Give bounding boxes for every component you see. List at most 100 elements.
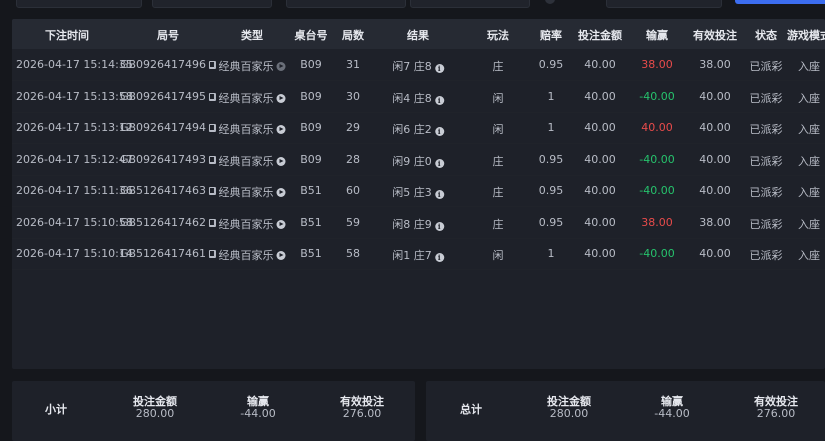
play-replay-icon[interactable] — [276, 156, 286, 166]
cell-text: 闲9 庄0 — [392, 154, 432, 168]
cell-text: 闲5 庄3 — [392, 186, 432, 199]
cell-text: 40.00 — [584, 89, 616, 103]
filter-field-4[interactable] — [410, 0, 530, 8]
play-replay-icon[interactable] — [276, 62, 286, 71]
info-icon[interactable]: i — [434, 95, 444, 105]
cell-win-loss: -40.00 — [639, 184, 674, 197]
subtotal-panel: 小计 投注金额 280.00 输赢 -44.00 有效投注 276.00 — [12, 381, 415, 441]
cell-round-count: 31 — [346, 58, 360, 71]
subtotal-bet-value: 280.00 — [135, 407, 175, 420]
copy-icon[interactable] — [209, 61, 217, 69]
play-replay-icon[interactable] — [276, 251, 286, 260]
cell-status: 已派彩 — [750, 121, 783, 137]
info-icon[interactable]: i — [434, 253, 444, 262]
table-row[interactable]: 2026-04-17 15:10:14 GB5126417461 经典百家乐 B51 5… — [12, 238, 825, 270]
cell-status: 已派彩 — [750, 153, 783, 169]
copy-icon[interactable] — [209, 187, 217, 195]
play-replay-icon[interactable] — [276, 93, 286, 103]
cell-text: 40.00 — [699, 121, 731, 134]
cell-bet-time: 2026-04-17 15:11:36 — [16, 184, 133, 197]
cell-text: 经典百家乐 — [218, 249, 274, 262]
column-header-valid-bet: 有效投注 — [693, 29, 737, 42]
cell-text: -40.00 — [639, 152, 675, 166]
column-header-bet-time: 下注时间 — [45, 29, 89, 42]
play-replay-icon[interactable] — [276, 125, 286, 134]
cell-text: 40.00 — [584, 152, 616, 166]
filter-field-1[interactable] — [16, 0, 142, 8]
play-replay-icon[interactable] — [276, 188, 286, 197]
cell-game-type: 经典百家乐 — [219, 247, 286, 263]
column-header-round-id: 局号 — [157, 29, 179, 42]
cell-text: GB5126417463 — [119, 184, 207, 197]
cell-game-mode: 入座 — [798, 184, 820, 200]
cell-text: 经典百家乐 — [218, 186, 274, 199]
table-row[interactable]: 2026-04-17 15:11:36 GB5126417463 经典百家乐 B51 6… — [12, 175, 825, 207]
cell-text: 闲4 庄8 — [392, 91, 432, 105]
cell-text: 已派彩 — [749, 154, 783, 168]
cell-text: 40.00 — [699, 247, 731, 260]
cell-round-count: 59 — [346, 216, 360, 229]
cell-text: GB0926417494 — [119, 121, 207, 134]
cell-bet-amount: 40.00 — [584, 121, 616, 134]
copy-icon[interactable] — [209, 124, 217, 132]
clear-filter-icon[interactable] — [545, 0, 555, 4]
cell-game-type: 经典百家乐 — [219, 121, 286, 137]
search-button[interactable] — [735, 0, 825, 4]
cell-text: 40.00 — [584, 58, 616, 71]
cell-table-id: B09 — [300, 121, 322, 134]
info-icon[interactable]: i — [434, 221, 444, 231]
cell-round-id: GB0926417496 — [119, 58, 217, 71]
play-replay-icon[interactable] — [276, 219, 286, 229]
cell-bet-amount: 40.00 — [584, 184, 616, 197]
cell-text: 40.00 — [699, 184, 731, 197]
cell-round-id: GB5126417462 — [120, 216, 217, 229]
cell-text: 40.00 — [584, 184, 616, 197]
cell-game-type: 经典百家乐 — [219, 184, 286, 200]
cell-bet-time: 2026-04-17 15:13:58 — [16, 90, 133, 103]
copy-icon[interactable] — [209, 218, 217, 227]
table-row[interactable]: 2026-04-17 15:10:58 GB5126417462 经典百家乐 B51 5… — [12, 207, 825, 239]
cell-text: 38.00 — [641, 215, 673, 229]
filter-field-3[interactable] — [286, 0, 406, 8]
table-row[interactable]: 2026-04-17 15:14:35 GB0926417496 经典百家乐 B09 3… — [12, 49, 825, 81]
cell-text: 0.95 — [538, 152, 564, 166]
cell-bet-play: 闲 — [493, 247, 504, 263]
filter-field-5[interactable] — [606, 0, 722, 8]
table-row[interactable]: 2026-04-17 15:12:47 GB0926417493 经典百家乐 B09 2… — [12, 144, 825, 176]
cell-game-mode: 入座 — [798, 90, 820, 106]
cell-round-id: GB5126417463 — [119, 184, 217, 197]
cell-text: 40.00 — [584, 121, 616, 134]
cell-text: 入座 — [798, 91, 820, 105]
copy-icon[interactable] — [209, 92, 217, 101]
cell-game-type: 经典百家乐 — [219, 216, 286, 232]
column-header-bet-amount: 投注金额 — [578, 29, 622, 42]
filter-field-2[interactable] — [152, 0, 272, 8]
cell-text: 58 — [346, 247, 360, 260]
cell-valid-bet: 38.00 — [699, 58, 731, 71]
info-icon[interactable]: i — [434, 190, 444, 199]
copy-icon[interactable] — [209, 155, 217, 164]
info-icon[interactable]: i — [434, 64, 444, 73]
cell-text: 2026-04-17 15:11:36 — [16, 184, 133, 197]
cell-game-mode: 入座 — [798, 58, 820, 74]
cell-text: 29 — [346, 121, 360, 134]
cell-win-loss: -40.00 — [639, 153, 674, 166]
info-icon[interactable]: i — [434, 127, 444, 136]
cell-win-loss: -40.00 — [639, 247, 674, 260]
bet-records-table: 下注时间 局号 类型 桌台号 局数 结果 玩法 赔率 投注金额 输赢 有效投注 状态游戏模式 2026… — [12, 19, 825, 369]
column-header-odds: 赔率 — [540, 29, 562, 42]
cell-bet-play: 闲 — [493, 90, 504, 106]
filter-bar — [0, 0, 825, 8]
copy-icon[interactable] — [209, 250, 217, 258]
cell-bet-time: 2026-04-17 15:10:14 — [16, 247, 133, 260]
table-row[interactable]: 2026-04-17 15:13:12 GB0926417494 经典百家乐 B09 2… — [12, 112, 825, 144]
info-icon[interactable]: i — [434, 158, 444, 168]
cell-text: GB0926417496 — [119, 58, 207, 71]
cell-text: 0.95 — [538, 184, 564, 197]
cell-round-id: GB0926417493 — [120, 153, 217, 166]
subtotal-label: 小计 — [45, 403, 67, 416]
cell-text: GB0926417495 — [119, 89, 207, 103]
cell-result: 闲6 庄2 i — [392, 121, 444, 137]
cell-game-type: 经典百家乐 — [219, 58, 286, 74]
table-row[interactable]: 2026-04-17 15:13:58 GB0926417495 经典百家乐 B09 3… — [12, 81, 825, 113]
